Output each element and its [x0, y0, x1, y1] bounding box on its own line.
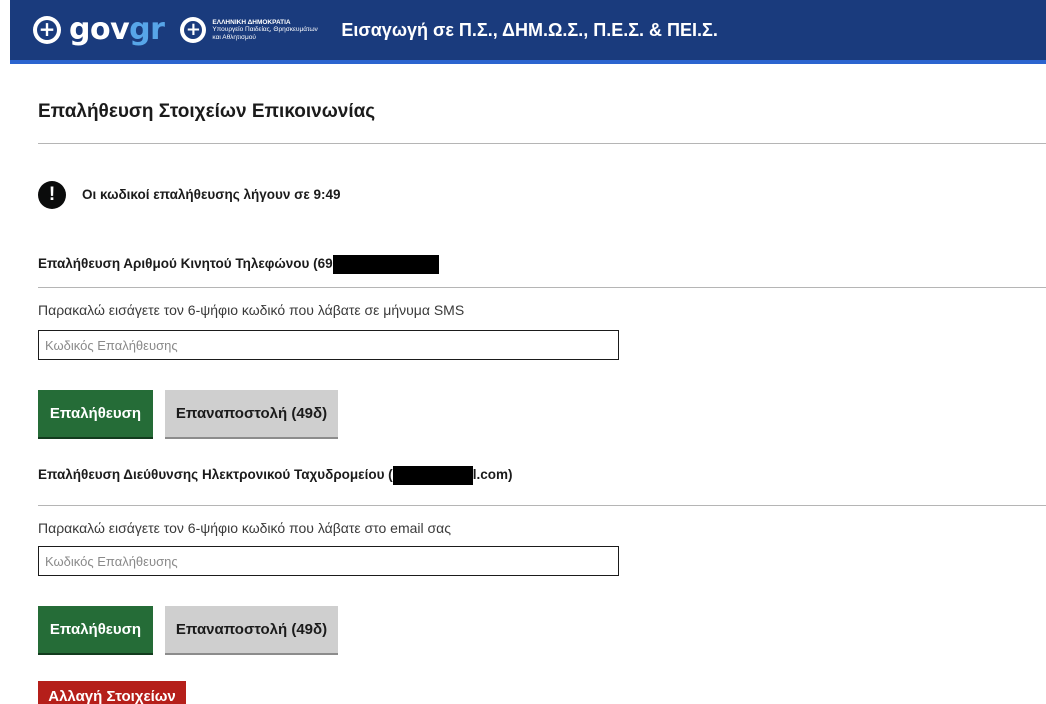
resend-email-button[interactable]: Επαναποστολή (49δ) [165, 606, 338, 653]
verify-phone-button[interactable]: Επαλήθευση [38, 390, 153, 437]
govgr-logo[interactable]: govgr [69, 15, 165, 45]
header-title: Εισαγωγή σε Π.Σ., ΔΗΜ.Ω.Σ., Π.Ε.Σ. & ΠΕΙ… [341, 19, 718, 40]
phone-section-divider [38, 287, 1046, 288]
page-title-divider [38, 143, 1046, 144]
ministry-emblem-icon [180, 17, 207, 43]
phone-instruction: Παρακαλώ εισάγετε τον 6-ψήφιο κωδικό που… [38, 302, 465, 318]
change-details-button[interactable]: Αλλαγή Στοιχείων [38, 681, 186, 704]
page-title: Επαλήθευση Στοιχείων Επικοινωνίας [38, 101, 376, 122]
resend-sms-button[interactable]: Επαναποστολή (49δ) [165, 390, 338, 437]
ministry-name: ΕΛΛΗΝΙΚΗ ΔΗΜΟΚΡΑΤΙΑ Υπουργείο Παιδείας, … [212, 18, 318, 41]
redacted-phone [332, 255, 439, 274]
redacted-email [392, 466, 473, 485]
greek-emblem-icon [33, 16, 61, 44]
email-section-divider [38, 505, 1046, 506]
expiry-alert-text: Οι κωδικοί επαλήθευσης λήγουν σε 9:49 [82, 187, 341, 202]
site-header: govgr ΕΛΛΗΝΙΚΗ ΔΗΜΟΚΡΑΤΙΑ Υπουργείο Παιδ… [10, 0, 1046, 64]
email-code-input[interactable] [38, 546, 619, 576]
email-instruction: Παρακαλώ εισάγετε τον 6-ψήφιο κωδικό που… [38, 520, 451, 536]
email-section-title: Επαλήθευση Διεύθυνσης Ηλεκτρονικού Ταχυδ… [38, 466, 512, 485]
exclamation-icon: ! [38, 181, 66, 209]
phone-section-title: Επαλήθευση Αριθμού Κινητού Τηλεφώνου (69 [38, 255, 439, 274]
sms-code-input[interactable] [38, 330, 619, 360]
verify-email-button[interactable]: Επαλήθευση [38, 606, 153, 653]
